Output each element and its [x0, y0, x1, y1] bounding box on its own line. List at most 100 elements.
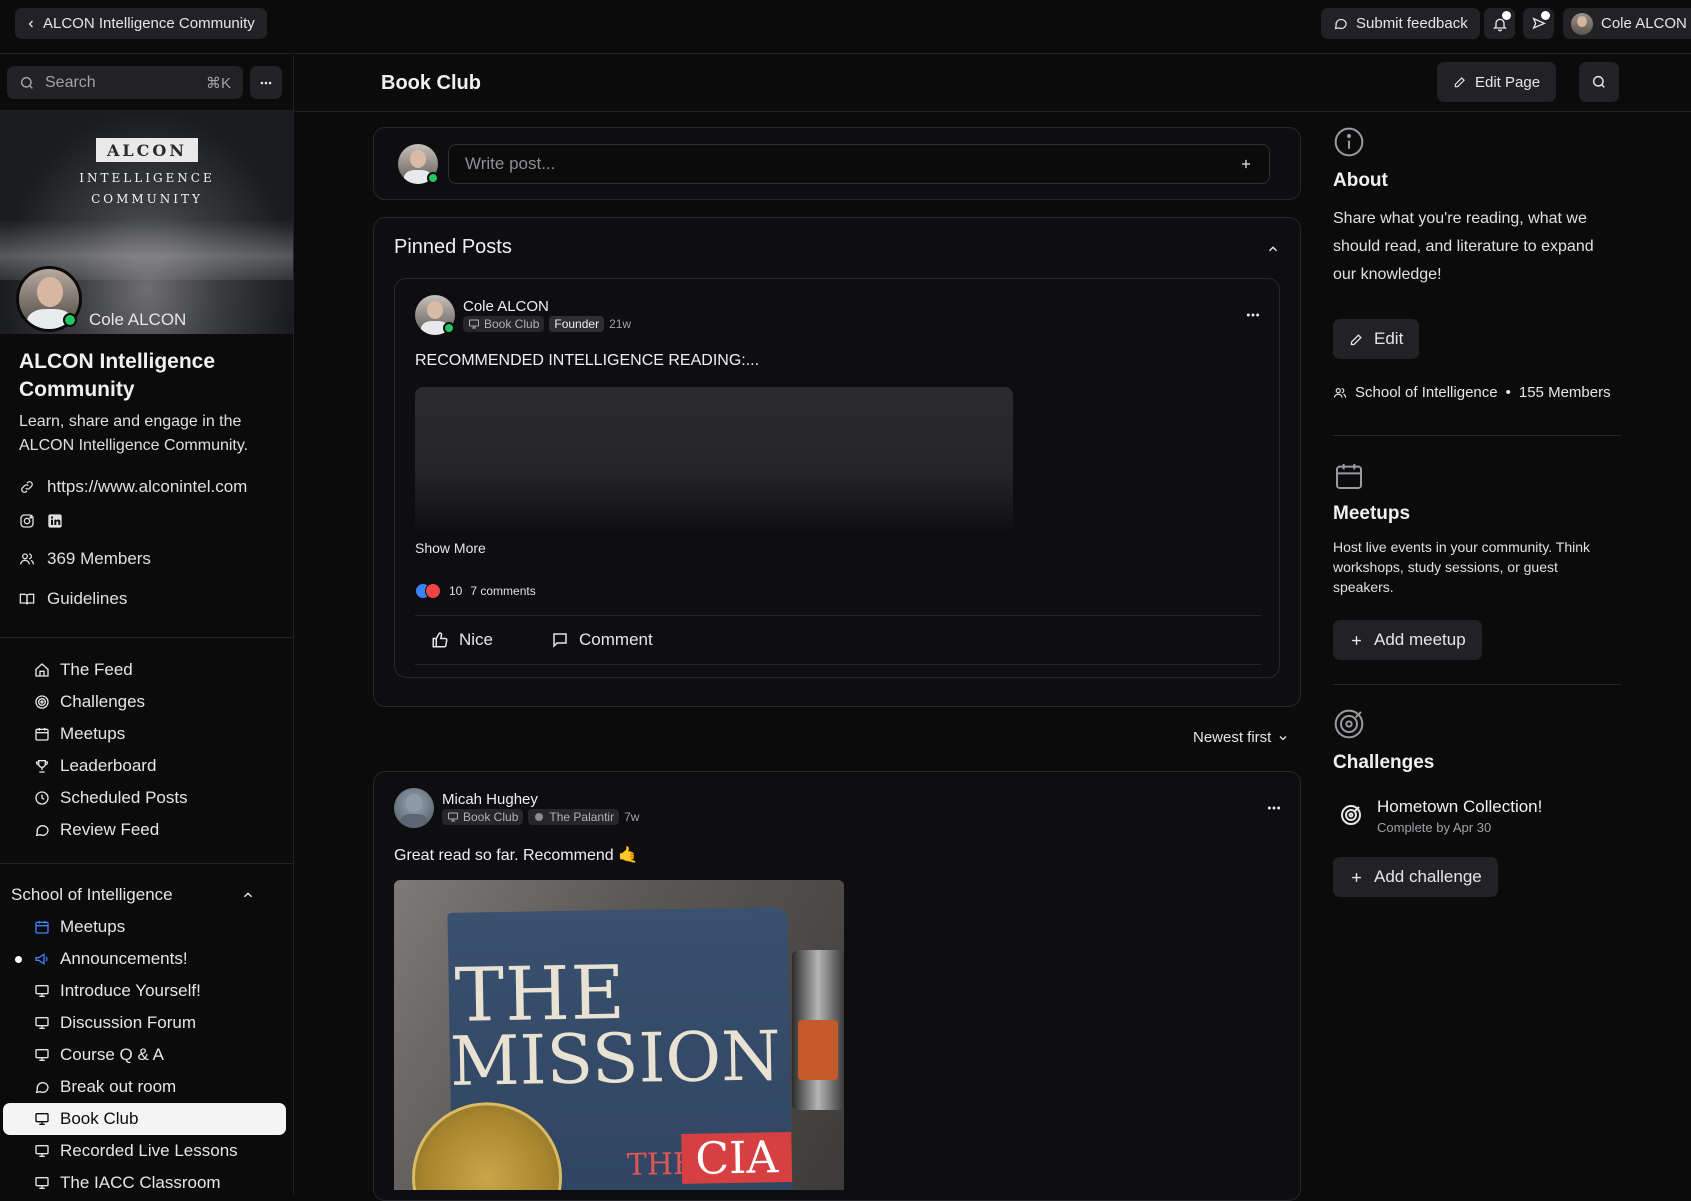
search-input[interactable]: Search ⌘K	[7, 66, 243, 99]
user-menu-button[interactable]: Cole ALCON	[1563, 8, 1691, 39]
post-image[interactable]: THE MISSION THE CIA	[394, 880, 844, 1190]
plus-icon[interactable]	[1239, 157, 1253, 171]
feed-post[interactable]: Micah Hughey Book Club The Palantir 7w G…	[373, 771, 1301, 1201]
pinned-post[interactable]: Cole ALCON Book Club Founder 21w RECOMME…	[394, 278, 1280, 678]
show-more-link[interactable]: Show More	[415, 540, 486, 556]
nav-label: The Feed	[60, 660, 133, 679]
section-title: School of Intelligence	[11, 885, 173, 904]
target-icon	[34, 694, 50, 710]
more-horizontal-icon	[259, 76, 273, 90]
sidebar-more-button[interactable]	[250, 66, 282, 99]
calendar-icon	[1333, 460, 1365, 492]
space-meetups[interactable]: Meetups	[34, 912, 125, 942]
space-label: Meetups	[60, 917, 126, 936]
post-author[interactable]: Cole ALCON	[463, 298, 549, 315]
messages-button[interactable]	[1523, 8, 1554, 39]
nav-challenges[interactable]: Challenges	[34, 687, 145, 717]
more-horizontal-icon[interactable]	[1245, 307, 1261, 323]
post-author[interactable]: Micah Hughey	[442, 791, 538, 808]
edit-page-button[interactable]: Edit Page	[1437, 62, 1557, 102]
post-age: 7w	[624, 810, 640, 824]
section-school-of-intelligence[interactable]: School of Intelligence	[11, 885, 271, 905]
community-description: Learn, share and engage in the ALCON Int…	[19, 413, 249, 454]
comment-icon	[551, 631, 569, 649]
space-book-club[interactable]: Book Club	[34, 1104, 138, 1134]
edit-about-button[interactable]: Edit	[1333, 319, 1420, 359]
message-badge	[1541, 11, 1550, 20]
guidelines-link[interactable]: Guidelines	[19, 589, 127, 609]
search-placeholder: Search	[45, 73, 96, 91]
page-search-button[interactable]	[1579, 62, 1619, 102]
banner-line-2: Community	[91, 192, 203, 206]
monitor-icon	[34, 1175, 50, 1191]
nav-label: Review Feed	[60, 820, 160, 839]
comment-count[interactable]: 7 comments	[470, 584, 535, 598]
notifications-button[interactable]	[1484, 8, 1515, 39]
space-label: Announcements!	[60, 949, 188, 968]
space-announcements[interactable]: Announcements!	[34, 944, 188, 974]
space-meta: School of Intelligence • 155 Members	[1333, 384, 1611, 401]
space-group[interactable]: School of Intelligence	[1355, 384, 1498, 401]
edit-page-label: Edit Page	[1475, 73, 1541, 91]
space-members[interactable]: 155 Members	[1519, 384, 1611, 401]
space-course-qa[interactable]: Course Q & A	[34, 1040, 164, 1070]
chat-bubble-icon	[1333, 16, 1348, 31]
space-introduce-yourself[interactable]: Introduce Yourself!	[34, 976, 201, 1006]
megaphone-icon	[34, 951, 50, 967]
meetups-title: Meetups	[1333, 503, 1411, 524]
challenge-item[interactable]: Hometown Collection! Complete by Apr 30	[1339, 797, 1542, 835]
add-challenge-button[interactable]: Add challenge	[1333, 857, 1498, 897]
nice-button[interactable]: Nice	[431, 630, 493, 650]
submit-feedback-button[interactable]: Submit feedback	[1321, 8, 1480, 39]
nav-leaderboard[interactable]: Leaderboard	[34, 751, 156, 781]
role-badge: Founder	[549, 316, 605, 332]
member-badge-label: The Palantir	[549, 810, 615, 824]
add-challenge-label: Add challenge	[1374, 867, 1482, 886]
chevron-up-icon[interactable]	[1266, 242, 1280, 256]
beverage-can	[792, 950, 844, 1110]
reaction-summary[interactable]: 10 7 comments	[415, 583, 536, 599]
instagram-icon[interactable]	[19, 513, 35, 529]
feedback-label: Submit feedback	[1356, 15, 1468, 32]
owner-name[interactable]: Cole ALCON	[89, 310, 186, 330]
space-recorded-live-lessons[interactable]: Recorded Live Lessons	[34, 1136, 238, 1166]
monitor-icon	[468, 318, 480, 330]
website-link[interactable]: https://www.alconintel.com	[19, 477, 247, 497]
nav-scheduled-posts[interactable]: Scheduled Posts	[34, 783, 188, 813]
linkedin-icon[interactable]	[47, 513, 63, 529]
space-discussion-forum[interactable]: Discussion Forum	[34, 1008, 196, 1038]
nav-review-feed[interactable]: Review Feed	[34, 815, 159, 845]
thumbs-up-icon	[431, 631, 449, 649]
post-age: 21w	[609, 317, 632, 331]
nav-meetups[interactable]: Meetups	[34, 719, 125, 749]
more-horizontal-icon[interactable]	[1266, 800, 1282, 816]
comment-button[interactable]: Comment	[551, 630, 653, 650]
back-to-community-button[interactable]: ALCON Intelligence Community	[15, 8, 267, 39]
post-media-preview[interactable]	[415, 387, 1013, 535]
book-cover: THE MISSION THE CIA	[410, 907, 793, 1190]
space-chip[interactable]: Book Club	[442, 809, 524, 825]
author-avatar[interactable]	[394, 788, 434, 828]
clock-icon	[34, 790, 50, 806]
book-subtitle-cia: CIA	[681, 1132, 793, 1184]
space-iacc-classroom[interactable]: The IACC Classroom	[34, 1168, 221, 1194]
write-post-input[interactable]: Write post...	[448, 144, 1270, 184]
about-text: Share what you're reading, what we shoul…	[1333, 210, 1594, 283]
monitor-icon	[34, 1047, 50, 1063]
space-label: Book Club	[60, 1109, 139, 1128]
post-actions: Nice Comment	[415, 615, 1261, 665]
badge-icon	[533, 811, 545, 823]
website-url: https://www.alconintel.com	[47, 477, 248, 496]
page-header: Book Club Edit Page	[295, 55, 1691, 112]
space-label: Course Q & A	[60, 1045, 164, 1064]
space-chip[interactable]: Book Club	[463, 316, 545, 332]
calendar-icon	[34, 726, 50, 742]
add-meetup-button[interactable]: Add meetup	[1333, 620, 1482, 660]
space-label: The IACC Classroom	[60, 1173, 221, 1192]
social-links	[19, 513, 63, 529]
sort-dropdown[interactable]: Newest first	[1193, 729, 1289, 746]
nav-the-feed[interactable]: The Feed	[34, 655, 133, 685]
members-link[interactable]: 369 Members	[19, 549, 151, 569]
space-break-out-room[interactable]: Break out room	[34, 1072, 176, 1102]
nav-label: Leaderboard	[60, 756, 157, 775]
